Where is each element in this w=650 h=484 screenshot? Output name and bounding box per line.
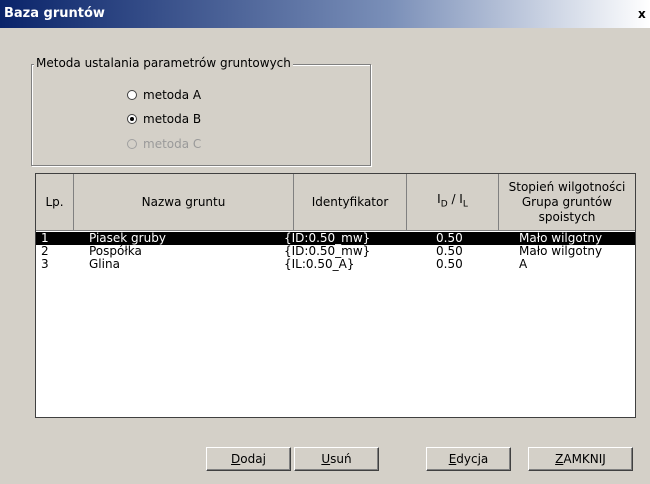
radio-label: metoda A	[143, 88, 202, 102]
cell-value: 0.50	[436, 257, 463, 271]
soil-table[interactable]: Lp. Nazwa gruntu Identyfikator ID / IL S…	[35, 173, 636, 418]
radio-label: metoda B	[143, 112, 202, 126]
table-header: Lp. Nazwa gruntu Identyfikator ID / IL S…	[36, 174, 635, 231]
cell-name: Glina	[89, 257, 120, 271]
delete-button[interactable]: Usuń	[294, 447, 379, 471]
column-header-stopien[interactable]: Stopień wilgotności Grupa gruntów spoist…	[499, 174, 635, 230]
close-button[interactable]: ZAMKNIJ	[528, 447, 633, 471]
column-header-id-il[interactable]: ID / IL	[407, 174, 499, 230]
radio-button-disabled-icon	[127, 139, 137, 149]
radio-button-icon[interactable]	[127, 90, 137, 100]
close-icon[interactable]: x	[638, 6, 650, 22]
radio-label: metoda C	[143, 137, 202, 151]
edit-button[interactable]: Edycja	[426, 447, 511, 471]
column-header-name[interactable]: Nazwa gruntu	[74, 174, 294, 230]
add-button[interactable]: Dodaj	[206, 447, 291, 471]
method-group-legend: Metoda ustalania parametrów gruntowych	[34, 56, 293, 70]
title-bar[interactable]: Baza gruntów x	[0, 0, 650, 28]
table-body[interactable]: 1 Piasek gruby {ID:0.50_mw} 0.50 Mało wi…	[36, 232, 635, 271]
cell-stopien: A	[519, 257, 528, 271]
table-row[interactable]: 3 Glina {IL:0.50_A} 0.50 A	[36, 258, 635, 271]
radio-metoda-c: metoda C	[127, 136, 201, 152]
radio-metoda-a[interactable]: metoda A	[127, 87, 201, 103]
dialog-window: Baza gruntów x Metoda ustalania parametr…	[0, 0, 650, 484]
radio-button-selected-icon[interactable]	[127, 114, 137, 124]
cell-identifier: {IL:0.50_A}	[284, 257, 355, 271]
column-header-identifier[interactable]: Identyfikator	[294, 174, 407, 230]
radio-metoda-b[interactable]: metoda B	[127, 111, 201, 127]
column-header-lp[interactable]: Lp.	[36, 174, 74, 230]
cell-stopien: Mało wilgotny	[519, 244, 603, 258]
cell-lp: 3	[41, 257, 49, 271]
window-title: Baza gruntów	[4, 6, 105, 21]
